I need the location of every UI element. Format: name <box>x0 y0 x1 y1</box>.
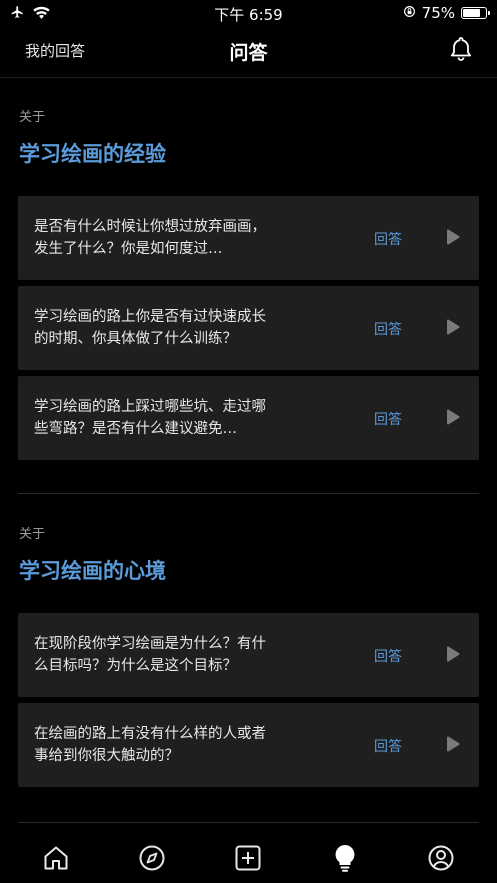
question-text: 是否有什么时候让你想过放弃画画，发生了什么？你是如何度过… <box>34 219 266 257</box>
question-text: 在现阶段你学习绘画是为什么？有什么目标吗？为什么是这个目标？ <box>34 636 266 674</box>
question-card[interactable]: 在绘画的路上有没有什么样的人或者事给到你很大触动的？ 回答 <box>18 703 479 787</box>
page-title: 问答 <box>229 42 268 64</box>
tab-profile[interactable] <box>416 840 466 880</box>
question-card[interactable]: 在现阶段你学习绘画是为什么？有什么目标吗？为什么是这个目标？ 回答 <box>18 613 479 697</box>
section-divider <box>18 493 479 494</box>
play-icon[interactable] <box>446 319 460 339</box>
section-title: 学习绘画的经验 <box>19 142 166 166</box>
profile-icon <box>427 844 455 876</box>
add-icon <box>234 844 262 876</box>
question-text: 学习绘画的路上你是否有过快速成长的时期、你具体做了什么训练？ <box>34 309 266 347</box>
tab-bar <box>0 836 497 883</box>
question-card[interactable]: 学习绘画的路上踩过哪些坑、走过哪些弯路？是否有什么建议避免… 回答 <box>18 376 479 460</box>
lightbulb-icon <box>331 843 359 877</box>
answer-button[interactable]: 回答 <box>374 646 402 666</box>
tab-create[interactable] <box>223 840 273 880</box>
play-icon[interactable] <box>446 229 460 249</box>
question-card[interactable]: 是否有什么时候让你想过放弃画画，发生了什么？你是如何度过… 回答 <box>18 196 479 280</box>
status-right: 75% <box>403 4 490 22</box>
rotation-lock-icon <box>403 4 416 22</box>
bell-icon[interactable] <box>449 36 473 66</box>
battery-level <box>463 9 480 17</box>
battery-icon <box>461 7 490 19</box>
question-text: 学习绘画的路上踩过哪些坑、走过哪些弯路？是否有什么建议避免… <box>34 399 266 437</box>
question-text: 在绘画的路上有没有什么样的人或者事给到你很大触动的？ <box>34 726 266 764</box>
battery-percent: 75% <box>421 4 455 22</box>
compass-icon <box>138 844 166 876</box>
play-icon[interactable] <box>446 409 460 429</box>
question-card[interactable]: 学习绘画的路上你是否有过快速成长的时期、你具体做了什么训练？ 回答 <box>18 286 479 370</box>
section-divider <box>18 822 479 823</box>
tab-home[interactable] <box>31 840 81 880</box>
section-title: 学习绘画的心境 <box>19 559 166 583</box>
tab-qa[interactable] <box>320 840 370 880</box>
play-icon[interactable] <box>446 646 460 666</box>
answer-button[interactable]: 回答 <box>374 736 402 756</box>
play-icon[interactable] <box>446 736 460 756</box>
answer-button[interactable]: 回答 <box>374 319 402 339</box>
answer-button[interactable]: 回答 <box>374 409 402 429</box>
tab-discover[interactable] <box>127 840 177 880</box>
section-about-label: 关于 <box>19 527 46 542</box>
section-about-label: 关于 <box>19 110 46 125</box>
home-icon <box>42 844 70 876</box>
nav-bar: 我的回答 问答 <box>0 26 497 78</box>
status-bar: 下午 6:59 75% <box>0 0 497 26</box>
answer-button[interactable]: 回答 <box>374 229 402 249</box>
